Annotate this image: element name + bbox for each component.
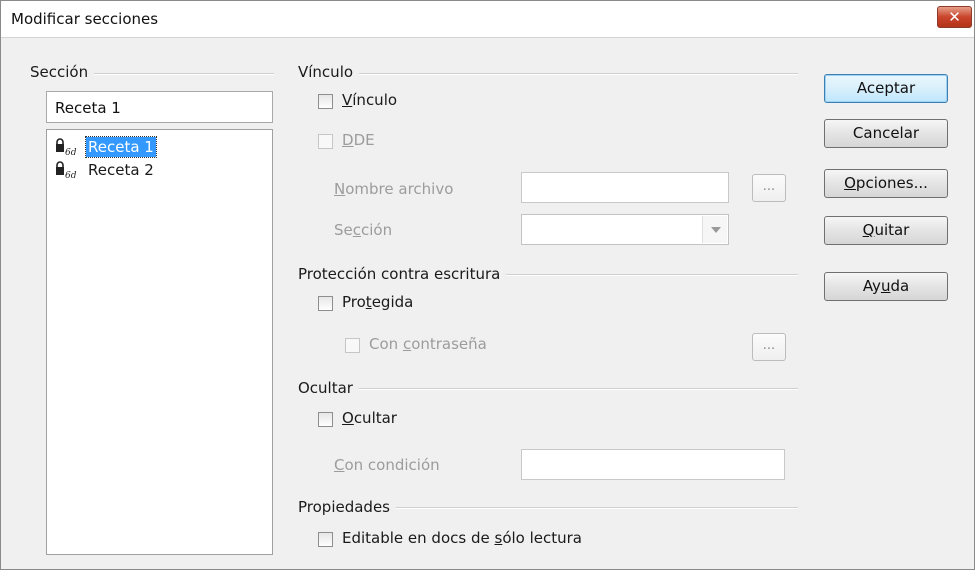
link-checkbox[interactable] <box>318 94 333 109</box>
hide-checkbox-label[interactable]: Ocultar <box>342 409 397 427</box>
remove-button[interactable]: Quitar <box>824 216 948 245</box>
editable-readonly-checkbox[interactable] <box>318 532 333 547</box>
title-bar: Modificar secciones ✕ <box>1 1 974 38</box>
help-button[interactable]: Ayuda <box>824 272 948 301</box>
password-checkbox[interactable] <box>345 338 360 353</box>
cancel-button[interactable]: Cancelar <box>824 119 948 148</box>
dde-checkbox[interactable] <box>318 134 333 149</box>
password-button[interactable]: ... <box>752 333 786 361</box>
close-button[interactable]: ✕ <box>937 6 972 28</box>
protected-checkbox-label[interactable]: Protegida <box>342 293 413 311</box>
list-item-label: Receta 2 <box>88 161 154 179</box>
link-section-label: Sección <box>334 221 393 239</box>
options-button[interactable]: Opciones... <box>824 169 948 198</box>
lock-icon: 6d <box>56 161 77 179</box>
hide-group-label: Ocultar <box>298 379 359 397</box>
browse-file-button[interactable]: ... <box>752 174 786 202</box>
chevron-down-icon[interactable] <box>702 216 727 243</box>
condition-input[interactable] <box>521 449 785 480</box>
protected-checkbox[interactable] <box>318 296 333 311</box>
password-checkbox-label[interactable]: Con contraseña <box>369 335 487 353</box>
file-name-label: Nombre archivo <box>334 180 454 198</box>
section-name-value: Receta 1 <box>55 99 121 117</box>
link-section-select[interactable] <box>521 214 729 245</box>
lock-icon: 6d <box>56 138 77 156</box>
hide-checkbox[interactable] <box>318 412 333 427</box>
link-group-label: Vínculo <box>298 63 360 81</box>
ok-button[interactable]: Aceptar <box>824 74 948 103</box>
hide-group-line <box>298 388 798 390</box>
editable-readonly-checkbox-label[interactable]: Editable en docs de sólo lectura <box>342 529 582 547</box>
link-checkbox-label[interactable]: Vínculo <box>342 91 397 109</box>
section-list[interactable]: 6d Receta 1 6d Receta 2 <box>46 129 273 555</box>
link-group-line <box>298 73 798 75</box>
section-group-label: Sección <box>30 63 95 81</box>
svg-text:6d: 6d <box>65 148 77 156</box>
list-item-label: Receta 1 <box>85 136 157 158</box>
dialog-title: Modificar secciones <box>11 10 159 28</box>
properties-group-label: Propiedades <box>298 498 396 516</box>
section-name-input[interactable]: Receta 1 <box>46 91 273 123</box>
dialog-window: Modificar secciones ✕ Sección Receta 1 6… <box>0 0 975 570</box>
close-icon: ✕ <box>948 8 961 26</box>
dde-checkbox-label[interactable]: DDE <box>342 131 375 149</box>
file-name-input[interactable] <box>521 172 729 203</box>
protect-group-label: Protección contra escritura <box>298 265 507 283</box>
svg-text:6d: 6d <box>65 171 77 179</box>
condition-label: Con condición <box>334 456 440 474</box>
